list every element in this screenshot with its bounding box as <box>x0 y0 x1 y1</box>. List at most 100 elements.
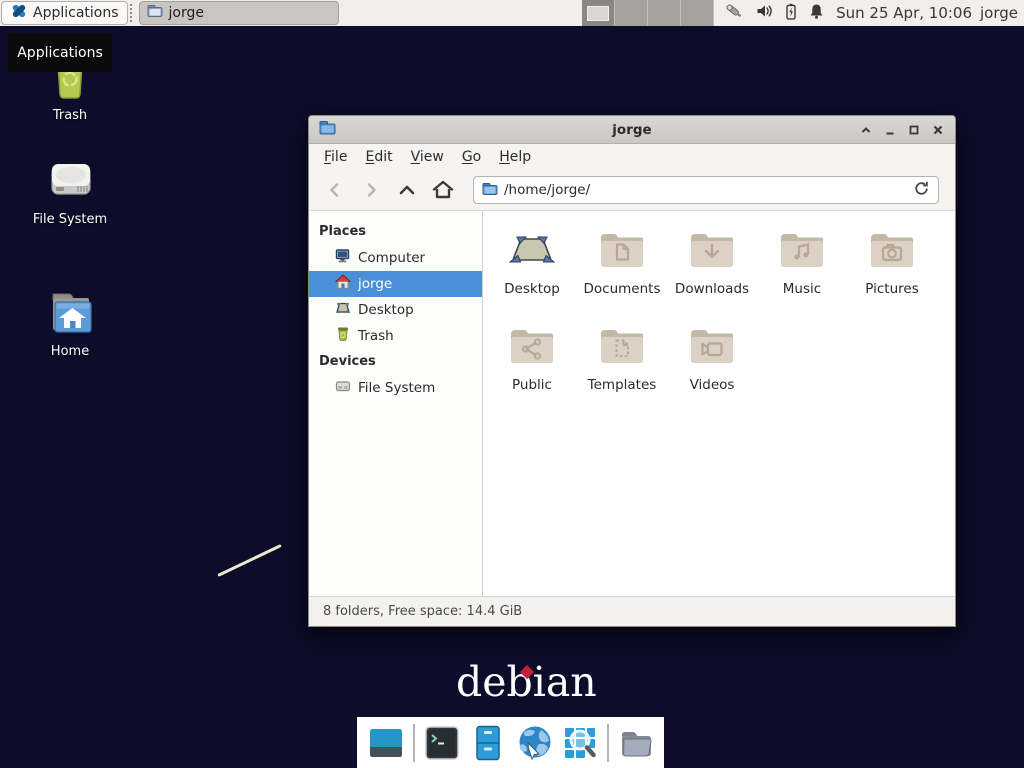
workspace-2[interactable] <box>615 0 648 26</box>
toolbar: /home/jorge/ <box>309 170 955 210</box>
statusbar-text: 8 folders, Free space: 14.4 GiB <box>323 604 522 619</box>
folder-item-label: Downloads <box>675 281 749 297</box>
desktop-icon-label: Home <box>51 344 89 359</box>
downloads-folder-icon <box>688 221 736 279</box>
menubar: File Edit View Go Help <box>309 144 955 170</box>
desktop-mini-icon <box>335 300 351 320</box>
up-button[interactable] <box>389 175 425 205</box>
dock-separator <box>413 724 415 762</box>
wallpaper-stray-line <box>217 544 281 577</box>
folder-item-label: Desktop <box>504 281 560 297</box>
sidebar-item-label: Desktop <box>358 302 414 318</box>
back-button[interactable] <box>317 175 353 205</box>
home-folder-icon <box>41 288 99 340</box>
documents-folder-icon <box>598 221 646 279</box>
templates-folder-icon <box>598 317 646 375</box>
sidebar-item-desktop[interactable]: Desktop <box>309 297 482 323</box>
web-browser-icon[interactable] <box>515 724 553 762</box>
desktop-icon-file-system[interactable]: File System <box>24 158 116 227</box>
stylus-device-icon[interactable] <box>724 2 744 24</box>
sidebar: Places Computer jorge Desktop <box>309 211 483 596</box>
file-manager-window: jorge File Edit View Go Help /home/jorge… <box>308 115 956 627</box>
sidebar-item-label: Computer <box>358 250 425 266</box>
panel-clock[interactable]: Sun 25 Apr, 10:06 <box>836 4 972 22</box>
shade-button[interactable] <box>858 122 873 137</box>
folder-item-downloads[interactable]: Downloads <box>667 221 757 317</box>
menu-help[interactable]: Help <box>490 144 540 170</box>
xfce-logo-icon <box>10 2 28 24</box>
sidebar-item-trash[interactable]: Trash <box>309 323 482 349</box>
statusbar: 8 folders, Free space: 14.4 GiB <box>309 596 955 626</box>
folder-item-documents[interactable]: Documents <box>577 221 667 317</box>
dock-separator <box>607 724 609 762</box>
window-content: Places Computer jorge Desktop <box>309 210 955 596</box>
app-finder-icon[interactable] <box>561 724 599 762</box>
menu-file[interactable]: File <box>315 144 356 170</box>
folder-view[interactable]: Desktop Documents <box>483 211 955 596</box>
sidebar-item-computer[interactable]: Computer <box>309 245 482 271</box>
folder-item-public[interactable]: Public <box>487 317 577 413</box>
folder-item-label: Public <box>512 377 552 393</box>
desktop-icon-label: File System <box>33 212 107 227</box>
taskbar-window-label: jorge <box>169 5 204 21</box>
menu-go[interactable]: Go <box>453 144 490 170</box>
folder-item-label: Pictures <box>865 281 918 297</box>
desktop-special-icon <box>507 221 557 279</box>
applications-menu-label: Applications <box>33 5 119 21</box>
folder-item-desktop[interactable]: Desktop <box>487 221 577 317</box>
minimize-button[interactable] <box>882 122 897 137</box>
public-folder-icon <box>508 317 556 375</box>
desktop-icon-home[interactable]: Home <box>24 288 116 359</box>
debian-wordmark: debian <box>456 658 597 706</box>
sidebar-header-devices: Devices <box>309 349 482 375</box>
sidebar-item-file-system[interactable]: File System <box>309 375 482 401</box>
home-icon <box>335 274 351 294</box>
tooltip-text: Applications <box>17 45 103 61</box>
videos-folder-icon <box>688 317 736 375</box>
folder-item-label: Videos <box>690 377 735 393</box>
file-cabinet-icon[interactable] <box>469 724 507 762</box>
folder-item-label: Music <box>783 281 821 297</box>
volume-icon[interactable] <box>756 3 773 23</box>
folder-item-music[interactable]: Music <box>757 221 847 317</box>
sidebar-item-jorge[interactable]: jorge <box>309 271 482 297</box>
sidebar-item-label: jorge <box>358 276 392 292</box>
harddrive-icon <box>42 158 98 208</box>
folder-icon <box>147 4 163 22</box>
battery-charging-icon[interactable] <box>785 3 797 24</box>
workspace-3[interactable] <box>648 0 681 26</box>
workspace-1[interactable] <box>582 0 615 26</box>
workspace-4[interactable] <box>681 0 714 26</box>
reload-icon[interactable] <box>913 180 930 201</box>
file-manager-icon[interactable] <box>617 724 655 762</box>
computer-icon <box>335 248 351 268</box>
folder-item-label: Documents <box>584 281 661 297</box>
folder-item-pictures[interactable]: Pictures <box>847 221 937 317</box>
applications-menu-button[interactable]: Applications <box>1 1 128 25</box>
pictures-folder-icon <box>868 221 916 279</box>
system-tray <box>724 2 824 24</box>
show-desktop-icon[interactable] <box>367 724 405 762</box>
path-bar[interactable]: /home/jorge/ <box>473 176 939 204</box>
terminal-icon[interactable] <box>423 724 461 762</box>
sidebar-item-label: Trash <box>358 328 394 344</box>
close-button[interactable] <box>930 122 945 137</box>
window-titlebar[interactable]: jorge <box>309 116 955 144</box>
notifications-bell-icon[interactable] <box>809 3 824 24</box>
path-input[interactable]: /home/jorge/ <box>504 182 907 198</box>
folder-item-templates[interactable]: Templates <box>577 317 667 413</box>
panel-user-menu[interactable]: jorge <box>980 4 1018 22</box>
top-panel: Applications jorge Sun 25 Apr, 10:06 jor… <box>0 0 1024 26</box>
panel-separator-handle[interactable] <box>130 4 137 22</box>
workspace-window-thumbnail <box>587 6 609 21</box>
path-folder-icon <box>482 181 498 200</box>
maximize-button[interactable] <box>906 122 921 137</box>
forward-button[interactable] <box>353 175 389 205</box>
menu-edit[interactable]: Edit <box>356 144 401 170</box>
folder-item-videos[interactable]: Videos <box>667 317 757 413</box>
drive-mini-icon <box>335 378 351 398</box>
workspace-switcher[interactable] <box>582 0 714 26</box>
taskbar-window-button[interactable]: jorge <box>139 1 339 25</box>
home-button[interactable] <box>425 175 461 205</box>
menu-view[interactable]: View <box>402 144 453 170</box>
